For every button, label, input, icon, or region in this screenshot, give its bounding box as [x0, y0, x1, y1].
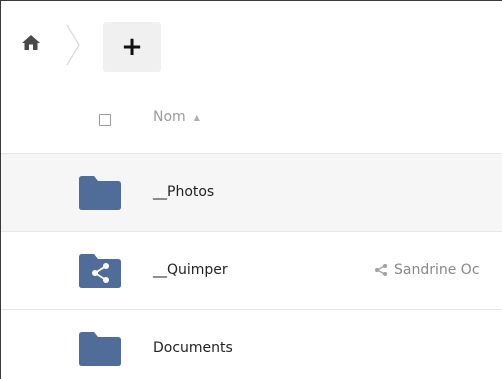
- file-name[interactable]: __Photos: [153, 184, 214, 200]
- shared-with-name: Sandrine Oc: [394, 262, 480, 278]
- toolbar: +: [1, 1, 502, 89]
- file-browser: + Nom ▲ __Photos __Quimper Sandrine Oc D…: [0, 0, 502, 379]
- share-icon: [375, 264, 387, 276]
- file-name[interactable]: Documents: [153, 340, 233, 356]
- home-icon[interactable]: [21, 33, 41, 53]
- folder-icon: [79, 176, 121, 210]
- sort-by-name[interactable]: Nom ▲: [153, 109, 200, 125]
- file-row-photos[interactable]: __Photos: [1, 153, 502, 231]
- shared-with[interactable]: Sandrine Oc: [373, 262, 480, 278]
- file-name[interactable]: __Quimper: [153, 262, 228, 278]
- file-row-documents[interactable]: Documents: [1, 309, 502, 379]
- sort-name-label: Nom: [153, 109, 186, 125]
- add-button[interactable]: +: [103, 22, 161, 72]
- sort-ascending-icon: ▲: [193, 112, 200, 122]
- folder-icon: [79, 332, 121, 366]
- shared-folder-icon: [79, 254, 121, 288]
- file-list-header: Nom ▲: [1, 89, 502, 153]
- breadcrumb-separator: [65, 23, 81, 67]
- select-all-checkbox[interactable]: [99, 114, 111, 126]
- add-button-label: +: [121, 32, 143, 62]
- file-row-quimper[interactable]: __Quimper Sandrine Oc: [1, 231, 502, 309]
